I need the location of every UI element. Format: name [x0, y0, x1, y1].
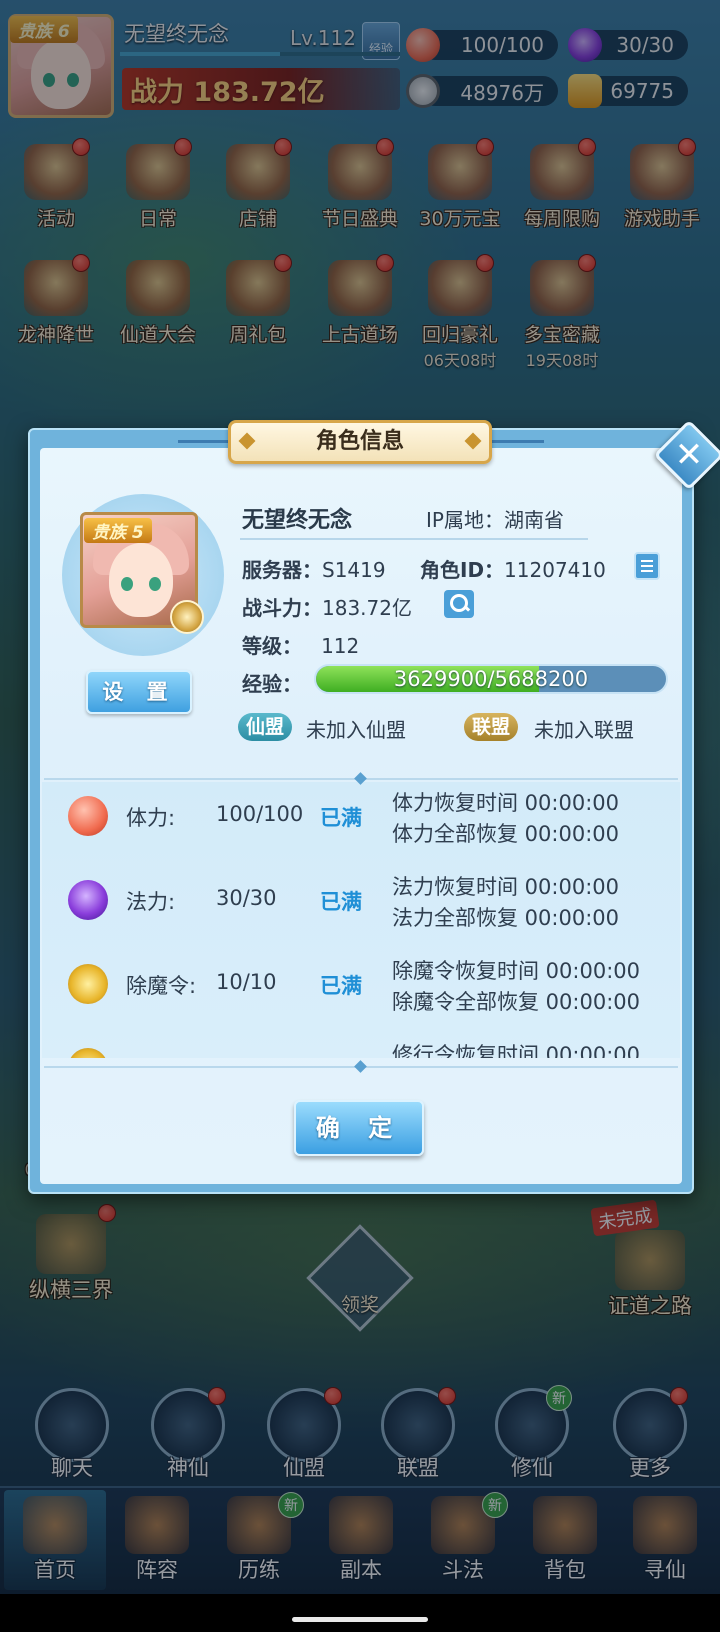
list-item: 体力: 100/100 已满 体力恢复时间 00:00:00 体力全部恢复 00:… [42, 782, 680, 862]
ip-location: IP属地：湖南省 [426, 508, 564, 532]
stats-scroll-list[interactable]: 体力: 100/100 已满 体力恢复时间 00:00:00 体力全部恢复 00:… [42, 782, 680, 1058]
status-badge: 已满 [320, 890, 362, 914]
exp-progress-text: 3629900/5688200 [393, 667, 589, 691]
league-status: 未加入联盟 [534, 718, 634, 742]
character-name: 无望终无念 [242, 508, 353, 533]
system-nav-area [0, 1594, 720, 1632]
copy-icon[interactable] [634, 552, 660, 580]
status-badge: 已满 [320, 974, 362, 998]
home-indicator[interactable] [292, 1617, 428, 1622]
list-item: 法力: 30/30 已满 法力恢复时间 00:00:00 法力全部恢复 00:00… [42, 866, 680, 946]
medal-icon [170, 600, 204, 634]
mana-flame-icon [68, 880, 108, 920]
server-row: 服务器：S1419 [242, 558, 386, 582]
level-row: 等级： 112 [242, 634, 360, 658]
peach-icon [68, 796, 108, 836]
search-icon[interactable] [444, 590, 474, 618]
role-id-row: 角色ID：11207410 [420, 558, 606, 582]
settings-button[interactable]: 设 置 [86, 670, 192, 714]
status-badge: 已满 [320, 806, 362, 830]
league-tag: 联盟 [464, 713, 519, 741]
exp-label: 经验： [242, 672, 302, 696]
info-divider [240, 538, 588, 540]
alliance-tag: 仙盟 [238, 713, 293, 741]
combat-power-row: 战斗力：183.72亿 [242, 596, 412, 620]
list-item: 除魔令: 10/10 已满 除魔令恢复时间 00:00:00 除魔令全部恢复 00… [42, 950, 680, 1030]
alliance-status: 未加入仙盟 [306, 718, 406, 742]
confirm-button[interactable]: 确 定 [294, 1100, 424, 1156]
cultivation-token-icon [68, 1048, 108, 1058]
demon-seal-icon [68, 964, 108, 1004]
portrait-vip-badge: 贵族 5 [84, 518, 152, 543]
list-item: 修行令恢复时间 00:00:00 [42, 1034, 680, 1058]
close-icon[interactable]: ✕ [664, 430, 714, 480]
dialog-title: 角色信息 [228, 420, 492, 464]
